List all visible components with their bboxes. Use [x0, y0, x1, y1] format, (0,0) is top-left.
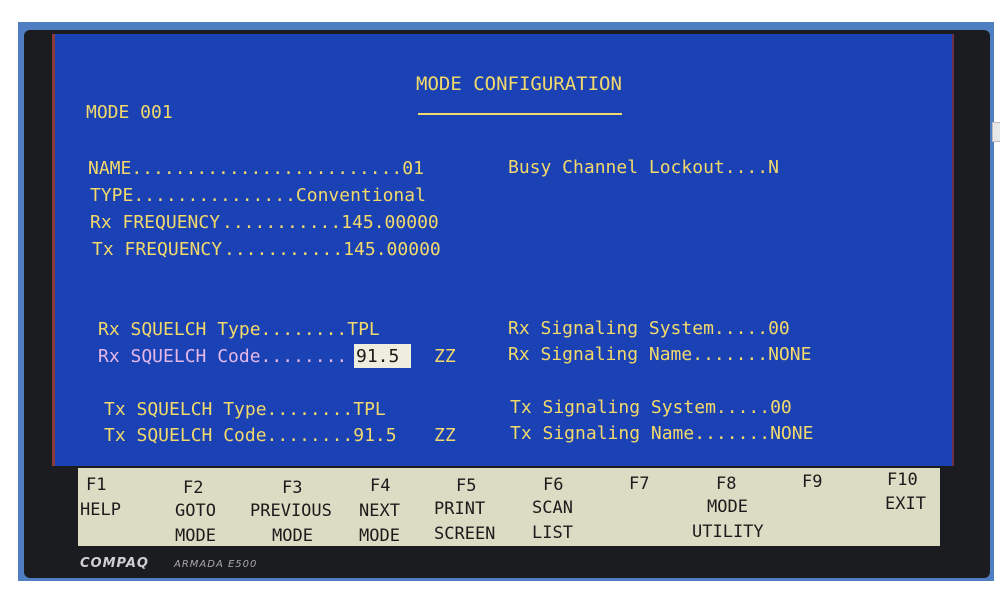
fkey-f10-key: F10	[887, 470, 918, 490]
page-title: MODE CONFIGURATION	[416, 73, 622, 95]
fkey-f3-key: F3	[282, 478, 303, 498]
rx-frequency-label: Rx FREQUENCY	[90, 212, 221, 233]
fkey-f1-label: HELP	[80, 500, 121, 520]
fkey-f9-key: F9	[802, 472, 823, 492]
fkey-f3-line2: MODE	[272, 526, 313, 546]
fkey-f7-key: F7	[629, 474, 650, 494]
model-label: ARMADA E500	[174, 559, 258, 570]
fkey-f8-line1: MODE	[707, 497, 748, 517]
tx-squelch-code-extra: ZZ	[434, 425, 456, 446]
type-field[interactable]: TYPE...............Conventional	[90, 187, 426, 205]
rx-squelch-code-extra: ZZ	[434, 346, 456, 367]
fkey-f2-line2: MODE	[175, 526, 216, 546]
tx-signaling-system-field[interactable]: Tx Signaling System.....00	[510, 399, 792, 417]
tx-squelch-code-field[interactable]: Tx SQUELCH Code........91.5	[104, 427, 397, 445]
compaq-logo: COMPAQ	[80, 556, 149, 571]
rx-signaling-system-field[interactable]: Rx Signaling System.....00	[508, 320, 790, 338]
fkey-f4-line2: MODE	[359, 526, 400, 546]
fkey-f1-key: F1	[86, 475, 107, 495]
rx-squelch-code-label: Rx SQUELCH Code........	[98, 346, 348, 367]
fkey-f5-line1: PRINT	[434, 499, 486, 519]
fkey-f4-key: F4	[370, 476, 391, 496]
fkey-f5-line2: SCREEN	[434, 524, 496, 544]
fkey-f3-line1: PREVIOUS	[250, 501, 332, 521]
fkey-f2-line1: GOTO	[175, 501, 216, 521]
fkey-f6-line2: LIST	[532, 523, 573, 543]
fkey-f8-key: F8	[716, 474, 737, 494]
name-field[interactable]: NAME.........................01	[88, 160, 424, 178]
fkey-f5-key: F5	[456, 476, 477, 496]
rx-signaling-name-field[interactable]: Rx Signaling Name.......NONE	[508, 346, 811, 364]
fkey-f8-line2: UTILITY	[692, 522, 764, 542]
rx-frequency-value[interactable]: ...........145.00000	[222, 214, 439, 232]
busy-channel-lockout-field[interactable]: Busy Channel Lockout....N	[508, 159, 779, 177]
side-scroll-handle[interactable]	[992, 122, 1000, 142]
title-underline	[418, 113, 622, 115]
tx-frequency-label: Tx FREQUENCY	[92, 239, 223, 260]
fkey-f4-line1: NEXT	[359, 501, 400, 521]
tx-signaling-name-field[interactable]: Tx Signaling Name.......NONE	[510, 425, 813, 443]
fkey-f6-line1: SCAN	[532, 498, 573, 518]
fkey-f2-key: F2	[183, 478, 204, 498]
fkey-f6-key: F6	[543, 475, 564, 495]
fkey-f10-line1: EXIT	[885, 494, 926, 514]
tx-frequency-value[interactable]: ...........145.00000	[224, 241, 441, 259]
tx-squelch-type-field[interactable]: Tx SQUELCH Type........TPL	[104, 401, 386, 419]
rx-squelch-code-value[interactable]: 91.5	[356, 348, 399, 366]
mode-label: MODE 001	[86, 102, 173, 123]
rx-squelch-type-field[interactable]: Rx SQUELCH Type........TPL	[98, 321, 380, 339]
